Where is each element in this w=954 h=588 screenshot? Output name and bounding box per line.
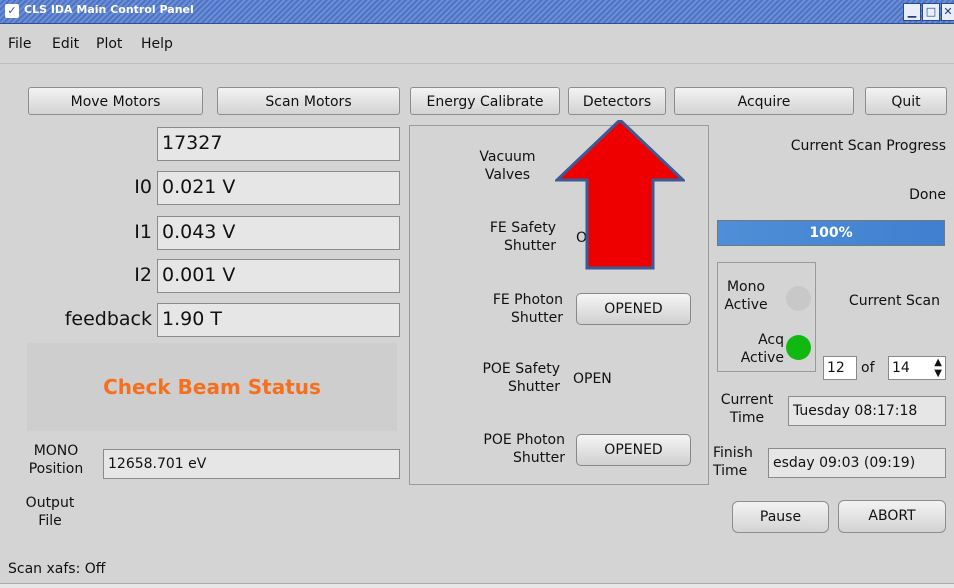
poe-safety-label: POE Safety Shutter	[482, 361, 560, 395]
mono-label-line2: Position	[28, 461, 84, 477]
i0-field: 0.021 V	[157, 171, 400, 205]
fe-photon-label: FE Photon Shutter	[492, 292, 563, 326]
scan-progress-title: Current Scan Progress	[790, 138, 946, 154]
status-bar-edge	[0, 583, 954, 588]
menu-edit[interactable]: Edit	[52, 36, 79, 52]
up-arrow-annotation	[555, 120, 685, 270]
fe-safety-label: FE Safety Shutter	[489, 220, 556, 254]
poe-photon-label: POE Photon Shutter	[483, 432, 565, 466]
i1-field: 0.043 V	[157, 216, 400, 250]
menu-plot[interactable]: Plot	[96, 36, 122, 52]
i1-label: I1	[134, 221, 152, 243]
maximize-icon[interactable]: □	[922, 3, 940, 21]
i2-field: 0.001 V	[157, 259, 400, 293]
output-file-line1: Output	[25, 495, 75, 511]
acq-active-label: Acq Active	[740, 332, 784, 366]
main-window: ✓ CLS IDA Main Control Panel ▁ □ ✕ File …	[0, 0, 954, 588]
menu-file[interactable]: File	[8, 36, 31, 52]
beam-status-panel: Check Beam Status	[27, 343, 397, 431]
quit-button[interactable]: Quit	[865, 87, 947, 115]
feedback-label: feedback	[64, 308, 152, 330]
mono-active-label: Mono Active	[724, 279, 768, 313]
finish-time-field: esday 09:03 (09:19)	[768, 448, 946, 478]
abort-button[interactable]: ABORT	[838, 500, 946, 533]
pause-button[interactable]: Pause	[732, 501, 829, 533]
mono-label-line1: MONO	[33, 443, 79, 459]
finish-time-label: Finish Time	[713, 445, 753, 479]
current-scan-number[interactable]: 12	[823, 356, 857, 380]
output-file-label: Output File	[20, 494, 80, 530]
scan-of-label: of	[861, 360, 875, 376]
move-motors-button[interactable]: Move Motors	[28, 87, 203, 115]
window-menu-icon[interactable]: ✓	[5, 4, 19, 18]
mono-position-field: 12658.701 eV	[103, 449, 400, 479]
window-title: CLS IDA Main Control Panel	[24, 3, 194, 16]
beam-status-text: Check Beam Status	[103, 375, 321, 399]
poe-safety-state: OPEN	[573, 371, 612, 387]
scan-motors-button[interactable]: Scan Motors	[217, 87, 400, 115]
current-time-field: Tuesday 08:17:18	[788, 396, 946, 426]
acq-active-indicator	[786, 335, 811, 360]
total-scans-value: 14	[892, 360, 910, 376]
scan-progress-bar: 100%	[717, 220, 945, 246]
fe-photon-shutter-button[interactable]: OPENED	[576, 293, 691, 325]
current-scan-label: Current Scan	[848, 293, 940, 309]
total-scans-spinbox[interactable]: 14 ▲ ▼	[888, 356, 946, 380]
title-bar: ✓ CLS IDA Main Control Panel ▁ □ ✕	[0, 0, 954, 24]
i0-label: I0	[134, 176, 152, 198]
mono-active-indicator	[786, 286, 811, 311]
menu-help[interactable]: Help	[141, 36, 173, 52]
output-file-line2: File	[38, 513, 62, 529]
arrow-shape	[555, 120, 685, 270]
top-reading-field: 17327	[157, 127, 400, 161]
current-time-label: Current Time	[720, 392, 774, 426]
mono-position-label: MONO Position	[20, 442, 92, 478]
energy-calibrate-button[interactable]: Energy Calibrate	[410, 87, 560, 115]
scan-progress-status: Done	[909, 187, 946, 203]
progress-percent-label: 100%	[809, 225, 853, 241]
detectors-button[interactable]: Detectors	[568, 87, 666, 115]
status-bar-text: Scan xafs: Off	[8, 561, 106, 577]
i2-label: I2	[134, 264, 152, 286]
spin-arrows-icon[interactable]: ▲ ▼	[934, 357, 942, 379]
minimize-icon[interactable]: ▁	[903, 3, 921, 21]
menu-divider	[0, 63, 954, 64]
vacuum-valves-label: Vacuum Valves	[479, 149, 536, 183]
feedback-field: 1.90 T	[157, 303, 400, 337]
close-icon[interactable]: ✕	[941, 3, 954, 21]
poe-photon-shutter-button[interactable]: OPENED	[576, 434, 691, 466]
acquire-button[interactable]: Acquire	[674, 87, 854, 115]
